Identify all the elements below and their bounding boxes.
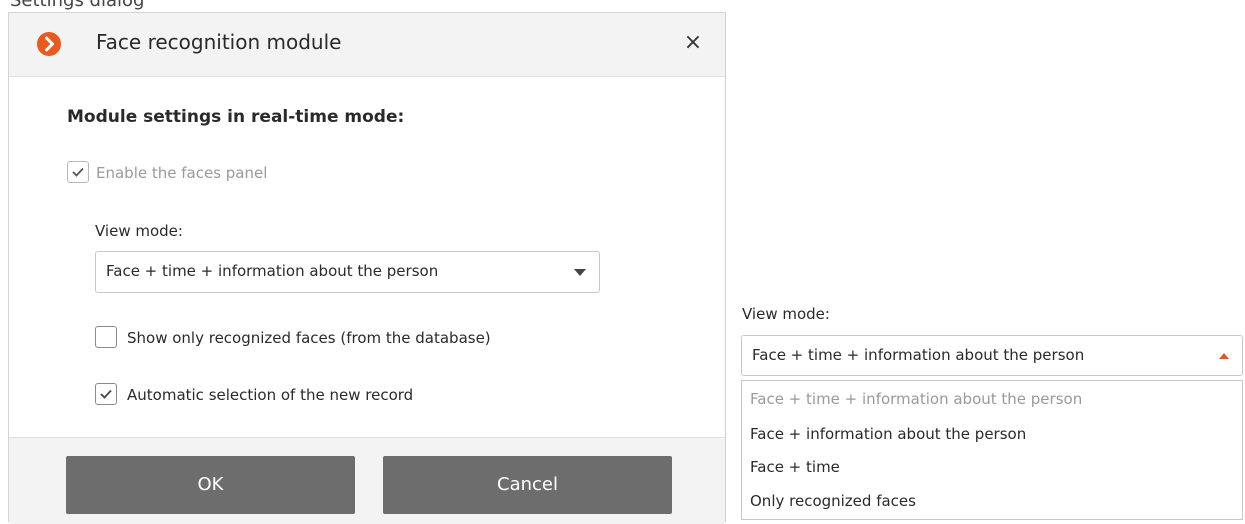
dialog-header: Face recognition module × — [9, 13, 725, 77]
section-title: Module settings in real-time mode: — [67, 107, 405, 127]
close-icon[interactable]: × — [681, 29, 705, 57]
view-mode-select[interactable]: Face + time + information about the pers… — [95, 251, 600, 293]
view-mode-label: View mode: — [95, 222, 183, 240]
view-mode-options-list: Face + time + information about the pers… — [741, 380, 1243, 520]
checkmark-icon — [72, 167, 84, 177]
view-mode-select-open[interactable]: Face + time + information about the pers… — [741, 335, 1243, 376]
show-only-recognized-checkbox[interactable] — [95, 326, 117, 348]
chevron-up-icon — [1219, 353, 1229, 359]
dropdown-option[interactable]: Face + information about the person — [750, 425, 1026, 443]
checkmark-icon — [100, 389, 112, 399]
auto-select-new-record-label: Automatic selection of the new record — [127, 386, 414, 404]
view-mode-open-value: Face + time + information about the pers… — [752, 346, 1085, 364]
ok-button[interactable]: OK — [66, 456, 355, 514]
show-only-recognized-label: Show only recognized faces (from the dat… — [127, 329, 491, 347]
dropdown-option[interactable]: Only recognized faces — [750, 492, 916, 510]
dropdown-option[interactable]: Face + time + information about the pers… — [750, 390, 1082, 408]
enable-faces-panel-checkbox[interactable] — [67, 161, 89, 183]
dialog-title: Face recognition module — [96, 30, 342, 54]
cancel-button[interactable]: Cancel — [383, 456, 672, 514]
app-logo-icon — [37, 32, 61, 56]
background-heading-fragment: Settings dialog — [0, 0, 728, 10]
face-recognition-dialog: Face recognition module × Module setting… — [8, 12, 726, 524]
dropdown-view-mode-label: View mode: — [742, 305, 830, 323]
enable-faces-panel-label: Enable the faces panel — [96, 164, 268, 182]
chevron-down-icon — [574, 269, 586, 276]
dropdown-option[interactable]: Face + time — [750, 458, 840, 476]
auto-select-new-record-checkbox[interactable] — [95, 383, 117, 405]
background-heading-text: Settings dialog — [10, 0, 144, 10]
dialog-footer: OK Cancel — [9, 437, 725, 524]
view-mode-value: Face + time + information about the pers… — [106, 262, 439, 280]
